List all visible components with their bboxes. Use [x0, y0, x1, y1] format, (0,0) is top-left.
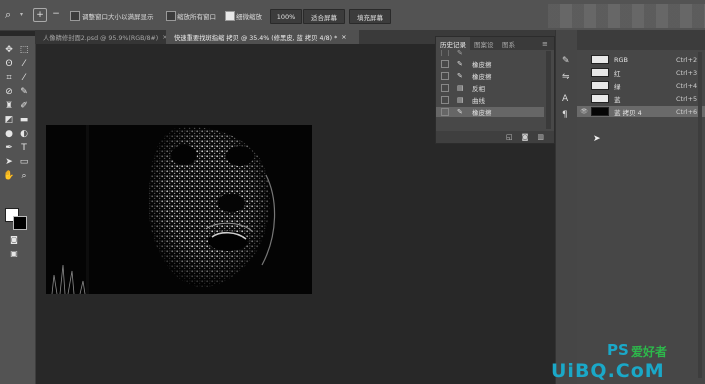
path-selection-icon[interactable]: ➤	[3, 156, 15, 168]
channels-panel: RGB Ctrl+2 红 Ctrl+3 绿 Ctrl+4 蓝 Ctrl+5 👁 …	[577, 30, 705, 384]
workspace-blur-block	[548, 4, 705, 28]
tab-patterns[interactable]: 图案设	[474, 37, 498, 50]
history-panel-tabs: 历史记录 图案设 图系 ≡	[436, 37, 554, 50]
panel-menu-icon[interactable]: ≡	[542, 40, 548, 48]
history-brush-source-box[interactable]	[441, 84, 449, 92]
scrubby-zoom-checkbox[interactable]	[225, 11, 235, 21]
options-bar: ⌕ ▾ + − 调整窗口大小以满屏显示 缩放所有窗口 细微缩放 100% 适合屏…	[0, 0, 705, 31]
zoom-out-icon[interactable]: −	[50, 8, 62, 20]
history-footer: ◱ ◙ ▥	[436, 131, 554, 143]
history-panel: 历史记录 图案设 图系 ≡ ✎ ✎ 橡皮擦 ✎ 橡皮擦 ▤ 反相 ▤ 曲线 ✎ 橡皮擦 ◱…	[435, 36, 555, 144]
marquee-icon[interactable]: ⬚	[18, 44, 30, 56]
trash-icon[interactable]: ▥	[537, 133, 544, 141]
eye-icon[interactable]: 👁	[577, 108, 591, 115]
rectangle-icon[interactable]: ▭	[18, 156, 30, 168]
gradient-icon[interactable]: ▬	[18, 114, 30, 126]
brush-icon: ✎	[457, 60, 463, 68]
zoom-all-checkbox[interactable]	[166, 11, 176, 21]
panel-dock-strip: ✎ ⇋ A ¶	[555, 30, 578, 384]
tab-label: 人像精修封面2.psd @ 95.9%(RGB/8#)	[43, 34, 159, 42]
channel-thumbnail	[591, 81, 609, 90]
brush-icon[interactable]: ✎	[18, 86, 30, 98]
type-icon[interactable]: T	[18, 142, 30, 154]
close-icon[interactable]: ×	[341, 34, 346, 41]
brush-icon: ✎	[457, 50, 463, 56]
history-brush-source-box[interactable]	[441, 96, 449, 104]
screen-mode-icon[interactable]: ▣	[8, 248, 20, 260]
paragraph-icon[interactable]: ¶	[562, 110, 568, 120]
quick-mask-icon[interactable]: ◙	[8, 234, 20, 246]
scrubby-zoom-label: 细微缩放	[236, 13, 262, 21]
lasso-icon[interactable]: ʘ	[3, 58, 15, 70]
history-brush-icon[interactable]: ✐	[18, 100, 30, 112]
channel-thumbnail	[591, 94, 609, 103]
channel-blue[interactable]: 蓝 Ctrl+5	[577, 93, 705, 104]
brush-icon: ✎	[457, 72, 463, 80]
tools-panel: ✥ ⬚ ʘ ⁄ ⌗ ⁄ ⊘ ✎ ♜ ✐ ◩ ▬ ● ◐ ✒ T ➤ ▭ ✋ ⌕ …	[0, 36, 36, 384]
channel-green[interactable]: 绿 Ctrl+4	[577, 80, 705, 91]
history-brush-source-box[interactable]	[441, 72, 449, 80]
fill-screen-button[interactable]: 填充屏幕	[349, 9, 391, 24]
history-step-5[interactable]: ✎ 橡皮擦	[436, 107, 544, 117]
channel-rgb[interactable]: RGB Ctrl+2	[577, 54, 705, 65]
history-step-1[interactable]: ✎ 橡皮擦	[436, 59, 544, 69]
zoom-all-label: 缩放所有窗口	[177, 13, 216, 21]
watermark-cn: 爱好者	[631, 345, 668, 359]
pen-icon[interactable]: ✒	[3, 142, 15, 154]
document-icon: ▤	[457, 96, 464, 104]
face-image	[46, 125, 312, 294]
move-icon[interactable]: ✥	[3, 44, 15, 56]
blur-icon[interactable]: ●	[3, 128, 15, 140]
tab-history[interactable]: 历史记录	[436, 37, 470, 50]
history-step-partial[interactable]: ✎	[436, 50, 544, 56]
document-canvas[interactable]	[46, 125, 312, 294]
channels-panel-header	[577, 30, 705, 50]
magic-wand-icon[interactable]: ⁄	[18, 58, 30, 70]
mouse-cursor-icon: ➤	[593, 134, 601, 144]
hand-icon[interactable]: ✋	[3, 170, 15, 182]
crop-icon[interactable]: ⌗	[3, 72, 15, 84]
document-icon: ▤	[457, 84, 464, 92]
resize-windows-checkbox[interactable]	[70, 11, 80, 21]
eyedropper-icon[interactable]: ⁄	[18, 72, 30, 84]
channel-blue-copy-4[interactable]: 👁 蓝 拷贝 4 Ctrl+6	[577, 106, 705, 117]
tab-label: 快速重要找斑指缩 拷贝 @ 35.4% (修黑皮, 蓝 拷贝 4/8) *	[174, 34, 338, 42]
dodge-icon[interactable]: ◐	[18, 128, 30, 140]
channels-scrollbar[interactable]	[698, 52, 702, 378]
camera-icon[interactable]: ◙	[522, 133, 529, 141]
brush-icon: ✎	[457, 108, 463, 116]
clone-stamp-icon[interactable]: ♜	[3, 100, 15, 112]
tab-document-1[interactable]: 人像精修封面2.psd @ 95.9%(RGB/8#) ×	[35, 30, 171, 44]
resize-windows-label: 调整窗口大小以满屏显示	[82, 13, 154, 21]
watermark-ps: PS	[607, 341, 629, 359]
history-step-3[interactable]: ▤ 反相	[436, 83, 544, 93]
channel-thumbnail	[591, 55, 609, 64]
channel-thumbnail	[591, 107, 609, 116]
history-step-4[interactable]: ▤ 曲线	[436, 95, 544, 105]
brush-settings-icon[interactable]: ✎	[562, 56, 570, 66]
character-icon[interactable]: A	[562, 94, 568, 104]
zoom-in-icon[interactable]: +	[33, 8, 47, 22]
new-document-from-state-icon[interactable]: ◱	[506, 133, 513, 141]
fit-screen-button[interactable]: 适合屏幕	[303, 9, 345, 24]
history-brush-source-box[interactable]	[441, 60, 449, 68]
zoom-tool-icon[interactable]: ⌕	[5, 8, 19, 22]
zoom-100-button[interactable]: 100%	[270, 9, 302, 24]
tab-graphs[interactable]: 图系	[502, 37, 522, 50]
tab-document-2[interactable]: 快速重要找斑指缩 拷贝 @ 35.4% (修黑皮, 蓝 拷贝 4/8) * ×	[166, 30, 359, 44]
healing-brush-icon[interactable]: ⊘	[3, 86, 15, 98]
zoom-icon[interactable]: ⌕	[18, 170, 30, 182]
history-brush-source-box[interactable]	[441, 108, 449, 116]
history-step-2[interactable]: ✎ 橡皮擦	[436, 71, 544, 81]
channel-red[interactable]: 红 Ctrl+3	[577, 67, 705, 78]
eraser-icon[interactable]: ◩	[3, 114, 15, 126]
watermark-url: UiBQ.CoM	[551, 360, 665, 382]
background-color-swatch[interactable]	[13, 216, 27, 230]
tool-preset-dropdown-icon[interactable]: ▾	[20, 11, 23, 18]
channel-thumbnail	[591, 68, 609, 77]
watermark-logo: PS 爱好者 UiBQ.CoM	[545, 341, 705, 384]
adjustments-icon[interactable]: ⇋	[562, 72, 570, 82]
history-scrollbar[interactable]	[546, 51, 551, 129]
